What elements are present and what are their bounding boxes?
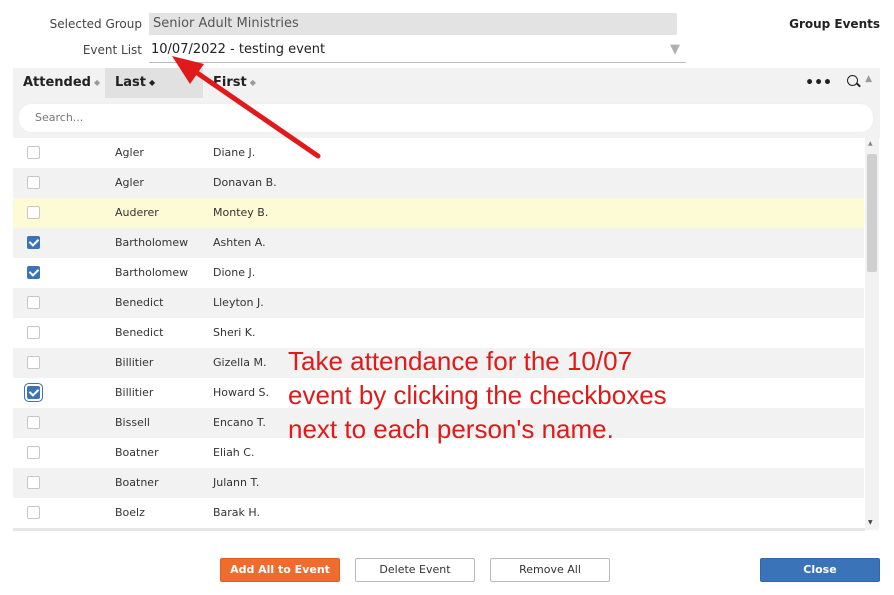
selected-group-label: Selected Group <box>49 17 142 31</box>
table-row[interactable]: Boelz Barak H. <box>13 498 864 528</box>
last-name-cell: Agler <box>115 146 144 159</box>
scrollbar[interactable]: ▲ ▼ <box>865 138 879 530</box>
last-name-cell: Boatner <box>115 446 159 459</box>
last-name-cell: Billitier <box>115 356 154 369</box>
first-name-cell: Montey B. <box>213 206 269 219</box>
attended-checkbox[interactable] <box>27 386 40 399</box>
delete-event-button[interactable]: Delete Event <box>355 558 475 582</box>
search-input[interactable]: Search... <box>18 103 874 133</box>
first-name-cell: Julann T. <box>213 476 260 489</box>
attended-checkbox[interactable] <box>27 416 40 429</box>
table-row[interactable]: Bartholomew Ashten A. <box>13 228 864 258</box>
attended-checkbox[interactable] <box>27 236 40 249</box>
table-row[interactable]: Benedict Lleyton J. <box>13 288 864 318</box>
attended-checkbox[interactable] <box>27 176 40 189</box>
search-icon[interactable] <box>847 75 861 88</box>
selected-group-field: Senior Adult Ministries <box>149 13 677 35</box>
collapse-icon[interactable]: ▲ <box>865 74 872 84</box>
scrollbar-thumb[interactable] <box>867 154 877 272</box>
scroll-up-icon[interactable]: ▲ <box>868 140 873 147</box>
search-bar: Search... <box>13 98 880 138</box>
table-row[interactable]: Agler Donavan B. <box>13 168 864 198</box>
table-row[interactable]: Bartholomew Dione J. <box>13 258 864 288</box>
table-row[interactable]: Auderer Montey B. <box>13 198 864 228</box>
first-name-cell: Gizella M. <box>213 356 267 369</box>
last-name-cell: Bissell <box>115 416 150 429</box>
instruction-annotation: Take attendance for the 10/07 event by c… <box>288 346 667 444</box>
attended-checkbox[interactable] <box>27 146 40 159</box>
first-name-cell: Barak H. <box>213 506 260 519</box>
scroll-down-icon[interactable]: ▼ <box>868 519 873 526</box>
attended-checkbox[interactable] <box>27 356 40 369</box>
remove-all-button[interactable]: Remove All <box>490 558 610 582</box>
add-all-to-event-button[interactable]: Add All to Event <box>220 558 340 582</box>
attended-checkbox[interactable] <box>27 326 40 339</box>
table-row[interactable]: Agler Diane J. <box>13 138 864 168</box>
last-name-cell: Benedict <box>115 296 164 309</box>
last-name-cell: Boelz <box>115 506 145 519</box>
attended-checkbox[interactable] <box>27 206 40 219</box>
annotation-arrow <box>172 56 321 159</box>
last-name-cell: Agler <box>115 176 144 189</box>
close-button[interactable]: Close <box>760 558 880 582</box>
first-name-cell: Encano T. <box>213 416 266 429</box>
table-header: Attended ◆ Last ◆ First ◆ ••• ▲ <box>13 68 880 98</box>
first-name-cell: Ashten A. <box>213 236 266 249</box>
sort-ascending-icon[interactable]: ◆ <box>149 78 155 87</box>
last-name-cell: Auderer <box>115 206 159 219</box>
attended-checkbox[interactable] <box>27 476 40 489</box>
first-name-cell: Donavan B. <box>213 176 277 189</box>
chevron-down-icon[interactable]: ▼ <box>670 39 680 61</box>
first-name-cell: Eliah C. <box>213 446 255 459</box>
table-row[interactable]: Boatner Julann T. <box>13 468 864 498</box>
event-list-label: Event List <box>82 43 142 57</box>
first-name-cell: Howard S. <box>213 386 270 399</box>
last-name-cell: Boatner <box>115 476 159 489</box>
table-bottom-border <box>13 528 865 531</box>
attended-checkbox[interactable] <box>27 296 40 309</box>
column-header-attended[interactable]: Attended ◆ <box>13 68 105 98</box>
attended-checkbox[interactable] <box>27 266 40 279</box>
panel-title: Group Events <box>789 17 880 31</box>
attended-checkbox[interactable] <box>27 446 40 459</box>
first-name-cell: Dione J. <box>213 266 256 279</box>
last-name-cell: Benedict <box>115 326 164 339</box>
first-name-cell: Sheri K. <box>213 326 256 339</box>
attended-checkbox[interactable] <box>27 506 40 519</box>
more-options-icon[interactable]: ••• <box>805 68 832 98</box>
last-name-cell: Billitier <box>115 386 154 399</box>
last-name-cell: Bartholomew <box>115 236 189 249</box>
sort-icon[interactable]: ◆ <box>94 78 100 87</box>
first-name-cell: Lleyton J. <box>213 296 264 309</box>
last-name-cell: Bartholomew <box>115 266 189 279</box>
